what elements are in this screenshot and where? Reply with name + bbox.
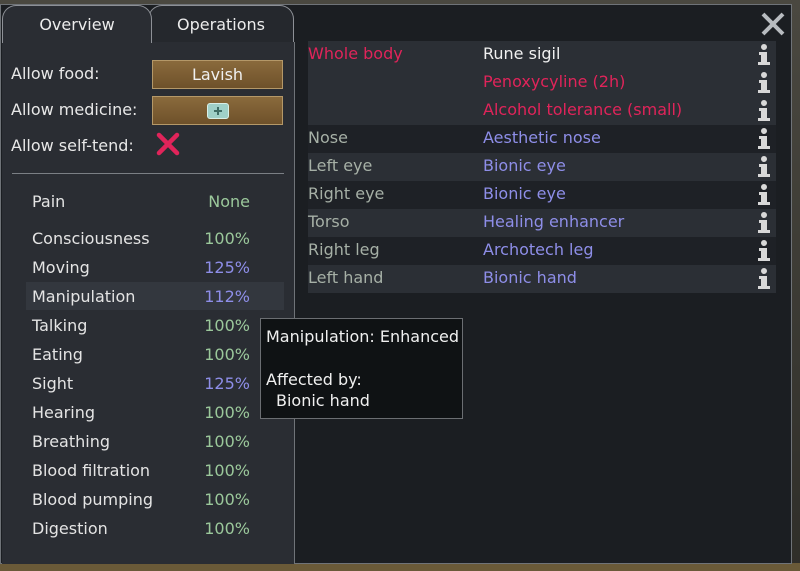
tooltip-subtitle: Affected by: (266, 370, 362, 389)
info-icon[interactable] (757, 183, 771, 207)
hediff-label: Bionic eye (483, 156, 566, 175)
capacity-label: Consciousness (32, 228, 150, 248)
capacity-label: Moving (32, 257, 90, 277)
body-part-label: Left hand (308, 268, 384, 287)
medicine-kit-icon (206, 102, 229, 119)
capacity-value: 100% (204, 460, 250, 480)
capacity-value: 125% (204, 257, 250, 277)
info-icon[interactable] (757, 99, 771, 123)
body-part-label: Left eye (308, 156, 373, 175)
info-icon[interactable] (757, 267, 771, 291)
info-icon[interactable] (757, 127, 771, 151)
body-part-label: Right eye (308, 184, 385, 203)
capacity-row[interactable]: Manipulation 112% (26, 282, 284, 310)
capacity-label: Manipulation (32, 286, 136, 306)
info-icon[interactable] (757, 239, 771, 263)
pain-row: Pain None (26, 187, 284, 215)
pain-value: None (208, 191, 250, 211)
hediff-label: Alcohol tolerance (small) (483, 100, 683, 119)
capacity-label: Blood pumping (32, 489, 154, 509)
body-part-label: Torso (308, 212, 350, 231)
body-part-label: Whole body (308, 44, 403, 63)
capacity-value: 100% (204, 315, 250, 335)
tooltip: Manipulation: Enhanced Affected by: Bion… (260, 318, 463, 419)
capacity-label: Sight (32, 373, 74, 393)
capacity-row[interactable]: Consciousness 100% (26, 224, 284, 252)
health-part-row[interactable]: Left hand Bionic hand (308, 265, 776, 293)
allow-food-label: Allow food: (11, 64, 100, 83)
capacity-row[interactable]: Hearing 100% (26, 398, 284, 426)
hediff-label: Bionic eye (483, 184, 566, 203)
allow-food-button[interactable]: Lavish (152, 60, 283, 89)
close-icon (761, 12, 785, 36)
capacity-row[interactable]: Blood filtration 100% (26, 456, 284, 484)
close-button[interactable] (758, 9, 788, 39)
allow-selftend-label: Allow self-tend: (11, 136, 134, 155)
hediff-label: Penoxycyline (2h) (483, 72, 626, 91)
capacity-value: 100% (204, 402, 250, 422)
capacity-label: Talking (32, 315, 88, 335)
capacity-label: Hearing (32, 402, 95, 422)
tooltip-title: Manipulation: Enhanced (266, 327, 459, 346)
capacity-row[interactable]: Digestion 100% (26, 514, 284, 542)
tab-operations-label: Operations (177, 15, 265, 34)
capacity-value: 100% (204, 344, 250, 364)
capacity-value: 100% (204, 518, 250, 538)
pain-label: Pain (32, 191, 66, 211)
hediff-label: Rune sigil (483, 44, 561, 63)
tab-overview-label: Overview (39, 15, 115, 34)
capacity-value: 100% (204, 489, 250, 509)
allow-medicine-button[interactable] (152, 96, 283, 125)
capacity-row[interactable]: Moving 125% (26, 253, 284, 281)
bottom-bar-strip (0, 563, 800, 571)
capacity-row[interactable]: Eating 100% (26, 340, 284, 368)
health-part-row[interactable]: Right leg Archotech leg (308, 237, 776, 265)
divider (12, 173, 284, 174)
info-icon[interactable] (757, 155, 771, 179)
capacity-value: 100% (204, 431, 250, 451)
tab-overview[interactable]: Overview (2, 5, 152, 43)
capacity-row[interactable]: Sight 125% (26, 369, 284, 397)
health-part-row[interactable]: Right eye Bionic eye (308, 181, 776, 209)
capacity-label: Blood filtration (32, 460, 151, 480)
allow-food-value: Lavish (191, 65, 244, 84)
capacity-label: Digestion (32, 518, 108, 538)
tab-operations[interactable]: Operations (148, 5, 294, 43)
body-part-label: Right leg (308, 240, 380, 259)
health-part-row[interactable]: Torso Healing enhancer (308, 209, 776, 237)
health-part-row[interactable]: Whole body Rune sigil Penoxycyline (2h) Alc… (308, 41, 776, 125)
hediff-label: Aesthetic nose (483, 128, 601, 147)
body-part-label: Nose (308, 128, 348, 147)
capacity-row[interactable]: Blood pumping 100% (26, 485, 284, 513)
info-icon[interactable] (757, 43, 771, 67)
info-icon[interactable] (757, 71, 771, 95)
hediff-label: Bionic hand (483, 268, 577, 287)
cross-icon[interactable] (155, 131, 181, 157)
capacity-row[interactable]: Breathing 100% (26, 427, 284, 455)
capacity-value: 125% (204, 373, 250, 393)
info-icon[interactable] (757, 211, 771, 235)
health-part-row[interactable]: Nose Aesthetic nose (308, 125, 776, 153)
allow-medicine-label: Allow medicine: (11, 100, 138, 119)
capacity-row[interactable]: Talking 100% (26, 311, 284, 339)
tooltip-item: Bionic hand (276, 391, 370, 410)
capacity-value: 112% (204, 286, 250, 306)
capacity-label: Eating (32, 344, 83, 364)
health-part-row[interactable]: Left eye Bionic eye (308, 153, 776, 181)
capacity-value: 100% (204, 228, 250, 248)
capacity-label: Breathing (32, 431, 111, 451)
hediff-label: Healing enhancer (483, 212, 625, 231)
hediff-label: Archotech leg (483, 240, 594, 259)
